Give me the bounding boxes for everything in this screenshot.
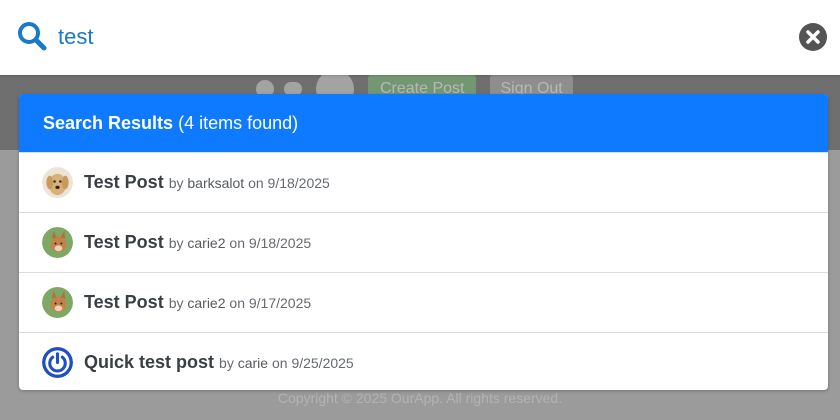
close-icon[interactable]	[798, 22, 828, 52]
result-date: 9/25/2025	[291, 354, 354, 371]
result-on-label: on	[229, 294, 245, 311]
result-meta: by carie on 9/25/2025	[219, 355, 354, 371]
fox-avatar-icon	[42, 287, 73, 318]
result-on-label: on	[271, 354, 288, 371]
search-result-item[interactable]: Test Post by barksalot on 9/18/2025	[19, 152, 828, 212]
result-date: 9/18/2025	[248, 234, 312, 251]
result-author: carie2	[187, 234, 226, 251]
search-results-panel: Search Results (4 items found) Test Post…	[19, 94, 828, 390]
search-results-header: Search Results (4 items found)	[19, 94, 828, 152]
search-result-item[interactable]: Test Post by carie2 on 9/17/2025	[19, 272, 828, 332]
result-title: Test Post	[84, 292, 164, 312]
fox-avatar-icon	[42, 227, 73, 258]
result-on-label: on	[248, 174, 264, 191]
result-meta: by carie2 on 9/18/2025	[169, 235, 311, 251]
dog-avatar-icon	[42, 167, 73, 198]
search-results-count: (4 items found)	[178, 113, 299, 133]
result-by-label: by	[168, 234, 184, 251]
result-on-label: on	[229, 234, 245, 251]
result-author: barksalot	[187, 174, 245, 191]
search-result-item[interactable]: Quick test post by carie on 9/25/2025	[19, 332, 828, 390]
search-input[interactable]	[58, 20, 778, 54]
result-author: carie	[237, 354, 269, 371]
result-title: Test Post	[84, 172, 164, 192]
search-icon	[18, 22, 47, 51]
search-overlay-bar	[0, 0, 840, 75]
bg-footer-text: Copyright © 2025 OurApp. All rights rese…	[277, 390, 563, 406]
result-meta: by barksalot on 9/18/2025	[169, 175, 330, 191]
result-title: Quick test post	[84, 352, 215, 372]
search-results-title: Search Results	[43, 113, 174, 133]
result-date: 9/17/2025	[248, 294, 312, 311]
result-by-label: by	[168, 294, 184, 311]
search-result-item[interactable]: Test Post by carie2 on 9/18/2025	[19, 212, 828, 272]
result-author: carie2	[187, 294, 226, 311]
power-avatar-icon	[42, 347, 73, 378]
result-meta: by carie2 on 9/17/2025	[169, 295, 311, 311]
result-date: 9/18/2025	[267, 174, 330, 191]
result-by-label: by	[219, 354, 234, 371]
result-title: Test Post	[84, 232, 164, 252]
result-by-label: by	[168, 174, 184, 191]
